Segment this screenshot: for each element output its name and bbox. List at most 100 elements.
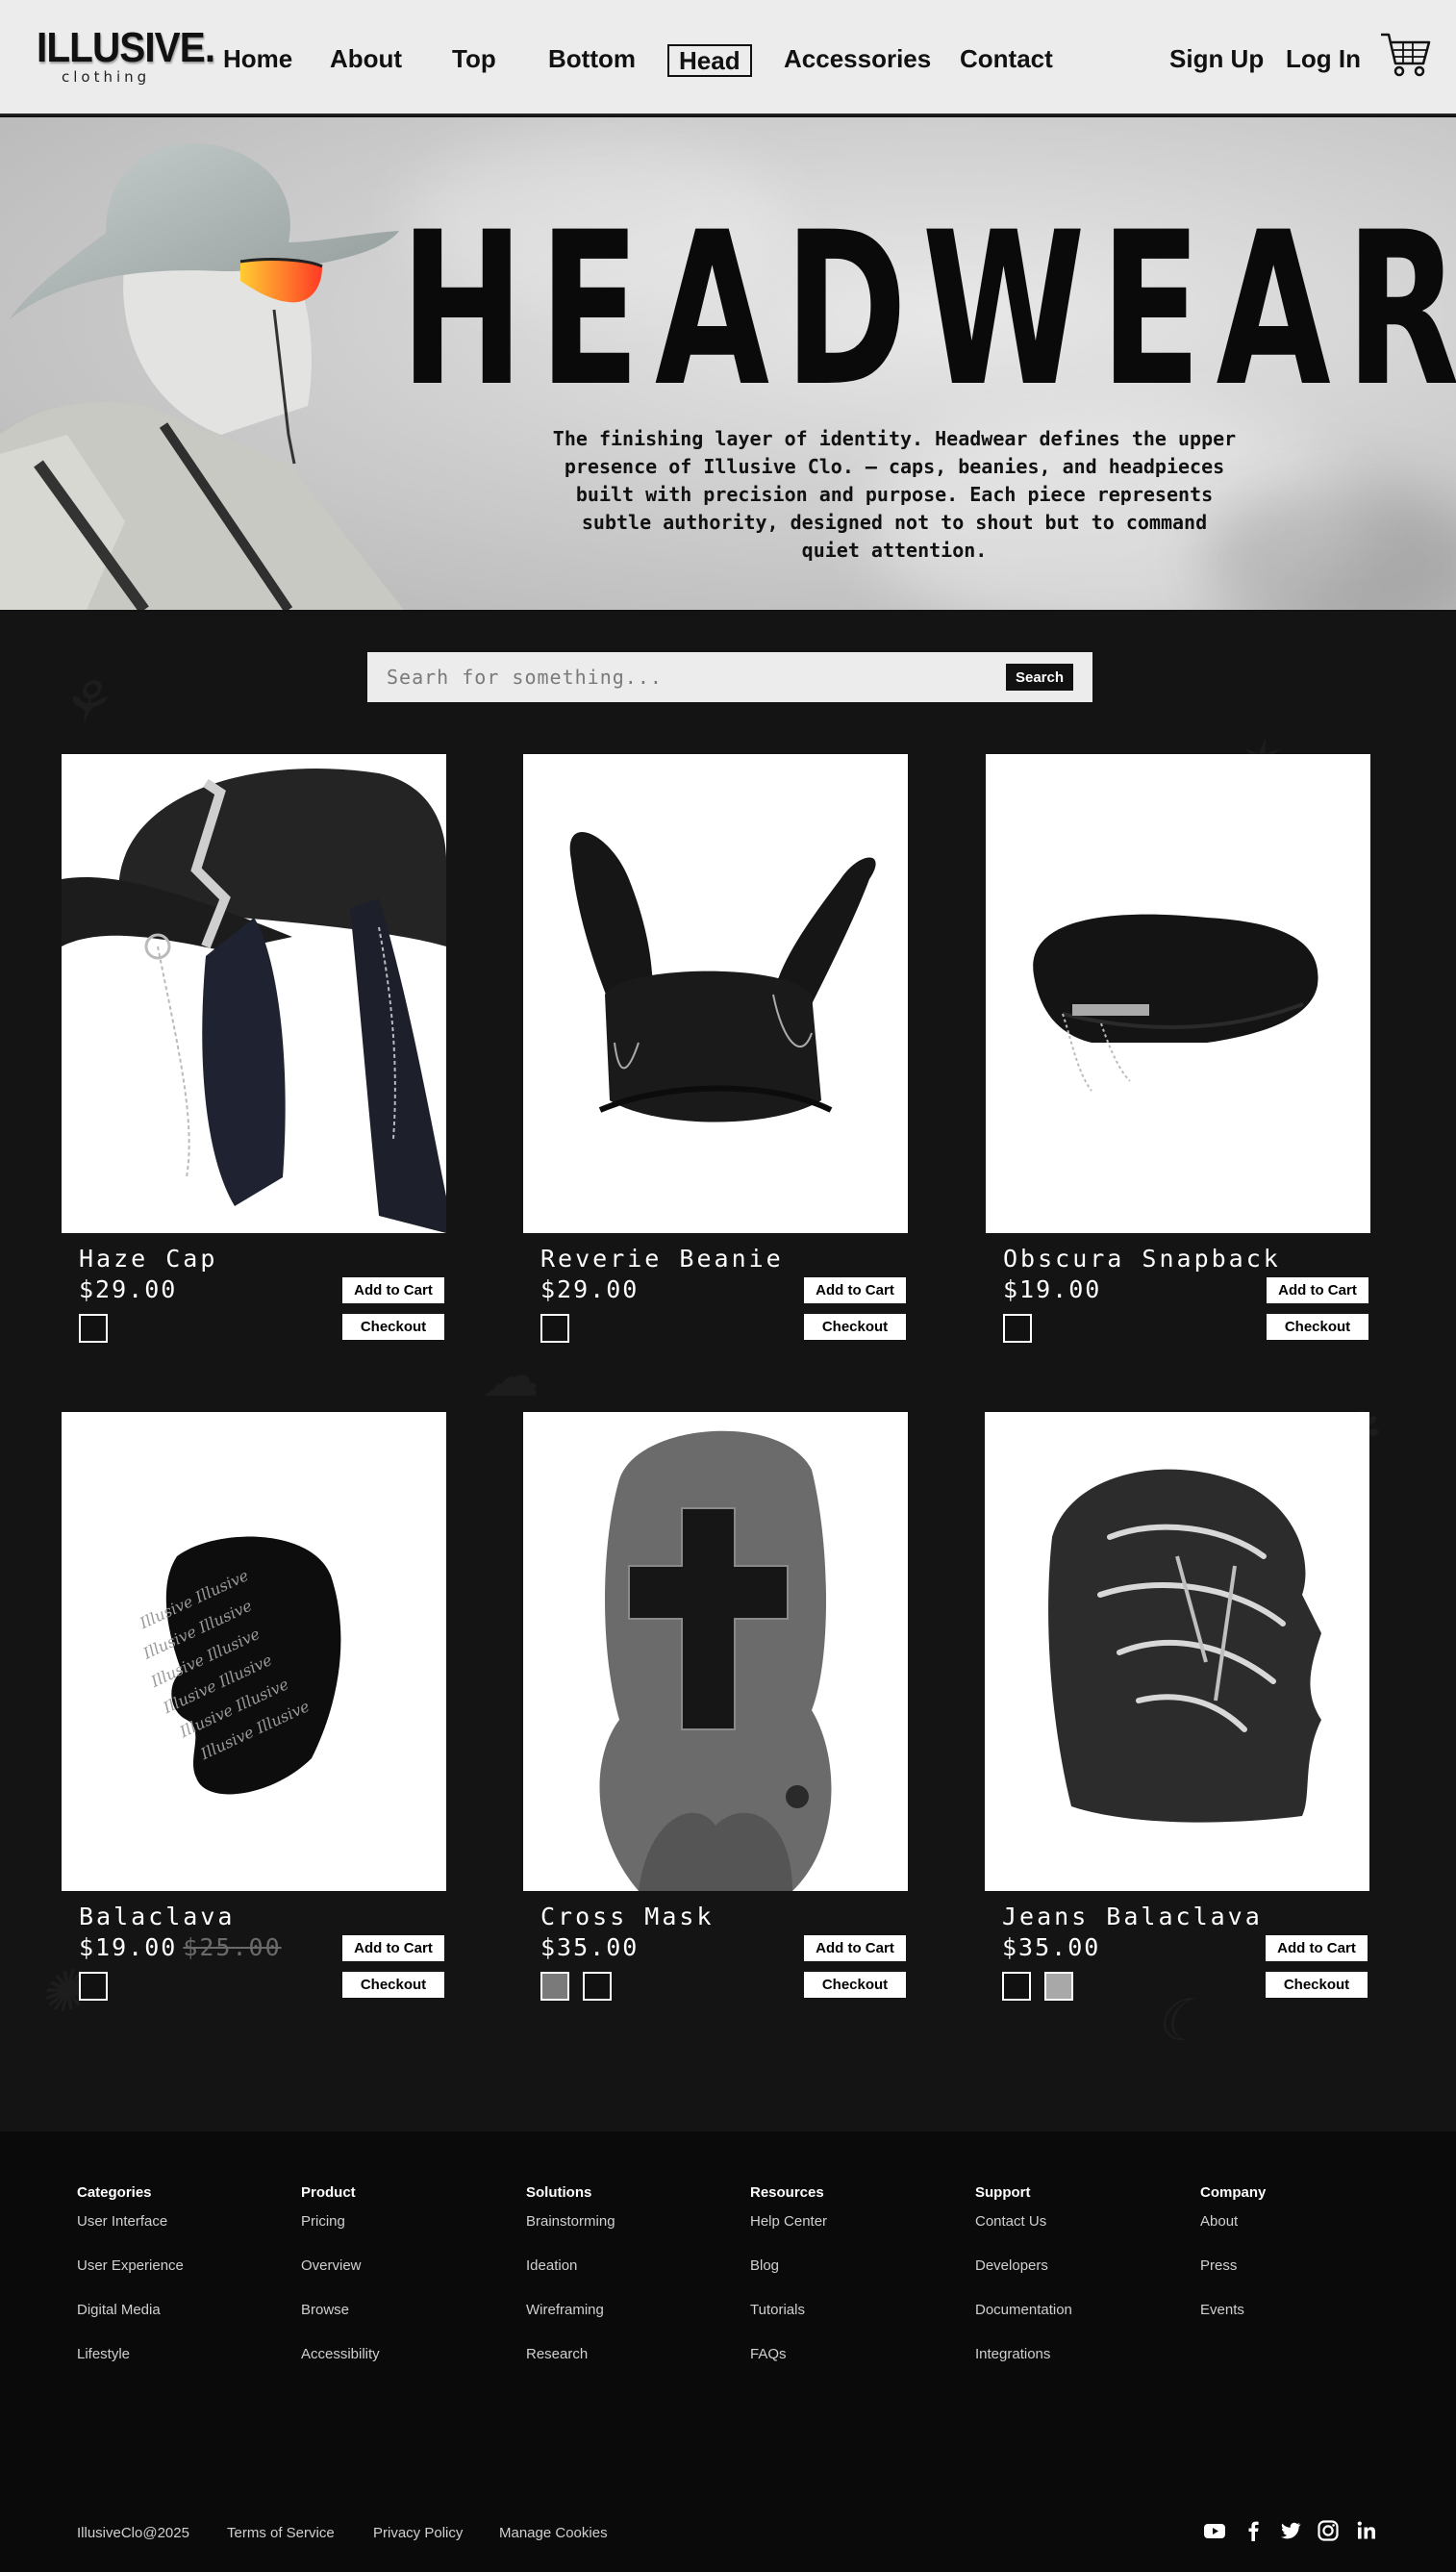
top-navigation-bar: ILLUSIVE. clothing Home About Top Bottom… — [0, 0, 1456, 115]
twitter-icon[interactable] — [1278, 2518, 1303, 2543]
footer-link[interactable]: Browse — [301, 2301, 493, 2345]
nav-link-bottom[interactable]: Bottom — [548, 44, 636, 73]
product-name: Reverie Beanie — [540, 1245, 784, 1273]
product-name: Cross Mask — [540, 1903, 715, 1930]
nav-link-contact[interactable]: Contact — [960, 44, 1053, 73]
footer-link[interactable]: Wireframing — [526, 2301, 718, 2345]
product-price: $29.00 — [79, 1275, 178, 1303]
add-to-cart-button[interactable]: Add to Cart — [804, 1277, 906, 1303]
product-price: $19.00 — [1003, 1275, 1102, 1303]
add-to-cart-button[interactable]: Add to Cart — [804, 1935, 906, 1961]
footer-link[interactable]: Documentation — [975, 2301, 1167, 2345]
add-to-cart-button[interactable]: Add to Cart — [342, 1277, 444, 1303]
product-image[interactable]: Illusive Illusive Illusive Illusive Illu… — [62, 1412, 446, 1891]
nav-link-head[interactable]: Head — [667, 44, 752, 77]
footer-link[interactable]: Contact Us — [975, 2212, 1167, 2257]
checkout-button[interactable]: Checkout — [804, 1314, 906, 1340]
hero-banner: HEADWEAR The finishing layer of identity… — [0, 117, 1456, 610]
terms-of-service-link[interactable]: Terms of Service — [227, 2524, 335, 2543]
footer-link[interactable]: Pricing — [301, 2212, 493, 2257]
youtube-icon[interactable] — [1202, 2518, 1227, 2543]
product-image[interactable] — [62, 754, 446, 1233]
product-catalog: ⚘ ✶ ☁ ❋ ✺ ☾ Search Haze Cap $29.00 Add t… — [0, 612, 1456, 2131]
footer-link[interactable]: Events — [1200, 2301, 1393, 2345]
product-name: Balaclava — [79, 1903, 236, 1930]
color-swatch[interactable] — [540, 1972, 569, 2001]
footer-link[interactable]: Integrations — [975, 2345, 1167, 2389]
footer-heading: Product — [301, 2184, 356, 2201]
product-name: Jeans Balaclava — [1002, 1903, 1263, 1930]
footer-link[interactable]: User Interface — [77, 2212, 269, 2257]
footer-link[interactable]: FAQs — [750, 2345, 942, 2389]
footer-link[interactable]: User Experience — [77, 2257, 269, 2301]
original-price: $25.00 — [183, 1933, 282, 1961]
footer-link[interactable]: Blog — [750, 2257, 942, 2301]
checkout-button[interactable]: Checkout — [804, 1972, 906, 1998]
product-image[interactable] — [986, 754, 1370, 1233]
footer-heading: Company — [1200, 2184, 1267, 2201]
manage-cookies-link[interactable]: Manage Cookies — [499, 2524, 608, 2543]
product-image[interactable] — [523, 1412, 908, 1891]
color-swatch[interactable] — [583, 1972, 612, 2001]
product-price: $19.00 $25.00 — [79, 1933, 282, 1961]
color-swatch[interactable] — [79, 1972, 108, 2001]
logo-wordmark: ILLUSIVE. — [37, 24, 215, 71]
search-button[interactable]: Search — [1006, 664, 1073, 691]
footer-link[interactable]: Developers — [975, 2257, 1167, 2301]
footer-link[interactable]: Ideation — [526, 2257, 718, 2301]
logo-tagline: clothing — [62, 68, 151, 86]
color-swatch[interactable] — [1003, 1314, 1032, 1343]
footer-link[interactable]: Brainstorming — [526, 2212, 718, 2257]
sign-up-link[interactable]: Sign Up — [1169, 44, 1264, 73]
product-name: Obscura Snapback — [1003, 1245, 1281, 1273]
product-image[interactable] — [985, 1412, 1369, 1891]
facebook-icon[interactable] — [1241, 2518, 1266, 2543]
shopping-cart-icon[interactable] — [1379, 27, 1433, 81]
checkout-button[interactable]: Checkout — [342, 1972, 444, 1998]
product-price: $29.00 — [540, 1275, 640, 1303]
checkout-button[interactable]: Checkout — [1266, 1972, 1368, 1998]
footer-column-categories: Categories User Interface User Experienc… — [77, 2183, 269, 2389]
footer-link[interactable]: Accessibility — [301, 2345, 493, 2389]
footer-link[interactable]: Lifestyle — [77, 2345, 269, 2389]
color-swatch[interactable] — [540, 1314, 569, 1343]
footer-column-solutions: Solutions Brainstorming Ideation Wirefra… — [526, 2183, 718, 2389]
brand-logo[interactable]: ILLUSIVE. clothing — [37, 24, 215, 86]
footer-link[interactable]: Research — [526, 2345, 718, 2389]
add-to-cart-button[interactable]: Add to Cart — [1267, 1277, 1368, 1303]
log-in-link[interactable]: Log In — [1286, 44, 1361, 73]
nav-link-home[interactable]: Home — [223, 44, 292, 73]
checkout-button[interactable]: Checkout — [1267, 1314, 1368, 1340]
footer-link[interactable]: Help Center — [750, 2212, 942, 2257]
product-image[interactable] — [523, 754, 908, 1233]
footer-link[interactable]: Digital Media — [77, 2301, 269, 2345]
product-price: $35.00 — [1002, 1933, 1101, 1961]
footer-column-support: Support Contact Us Developers Documentat… — [975, 2183, 1167, 2389]
footer-heading: Solutions — [526, 2184, 592, 2201]
footer-link[interactable]: Tutorials — [750, 2301, 942, 2345]
nav-link-top[interactable]: Top — [452, 44, 496, 73]
footer-column-company: Company About Press Events — [1200, 2183, 1393, 2345]
linkedin-icon[interactable] — [1354, 2518, 1379, 2543]
instagram-icon[interactable] — [1316, 2518, 1341, 2543]
footer-link[interactable]: Overview — [301, 2257, 493, 2301]
footer-link[interactable]: Press — [1200, 2257, 1393, 2301]
color-swatch[interactable] — [1044, 1972, 1073, 2001]
product-name: Haze Cap — [79, 1245, 218, 1273]
copyright-text: IllusiveClo@2025 — [77, 2525, 189, 2541]
hero-model-image — [0, 142, 404, 610]
footer-heading: Categories — [77, 2184, 152, 2201]
add-to-cart-button[interactable]: Add to Cart — [1266, 1935, 1368, 1961]
nav-link-accessories[interactable]: Accessories — [784, 44, 931, 73]
site-footer: Categories User Interface User Experienc… — [0, 2131, 1456, 2572]
color-swatch[interactable] — [79, 1314, 108, 1343]
privacy-policy-link[interactable]: Privacy Policy — [373, 2524, 463, 2543]
footer-link[interactable]: About — [1200, 2212, 1393, 2257]
add-to-cart-button[interactable]: Add to Cart — [342, 1935, 444, 1961]
color-swatch[interactable] — [1002, 1972, 1031, 2001]
hero-description: The finishing layer of identity. Headwea… — [552, 427, 1237, 562]
search-input[interactable] — [367, 652, 983, 702]
footer-column-resources: Resources Help Center Blog Tutorials FAQ… — [750, 2183, 942, 2389]
nav-link-about[interactable]: About — [330, 44, 402, 73]
checkout-button[interactable]: Checkout — [342, 1314, 444, 1340]
